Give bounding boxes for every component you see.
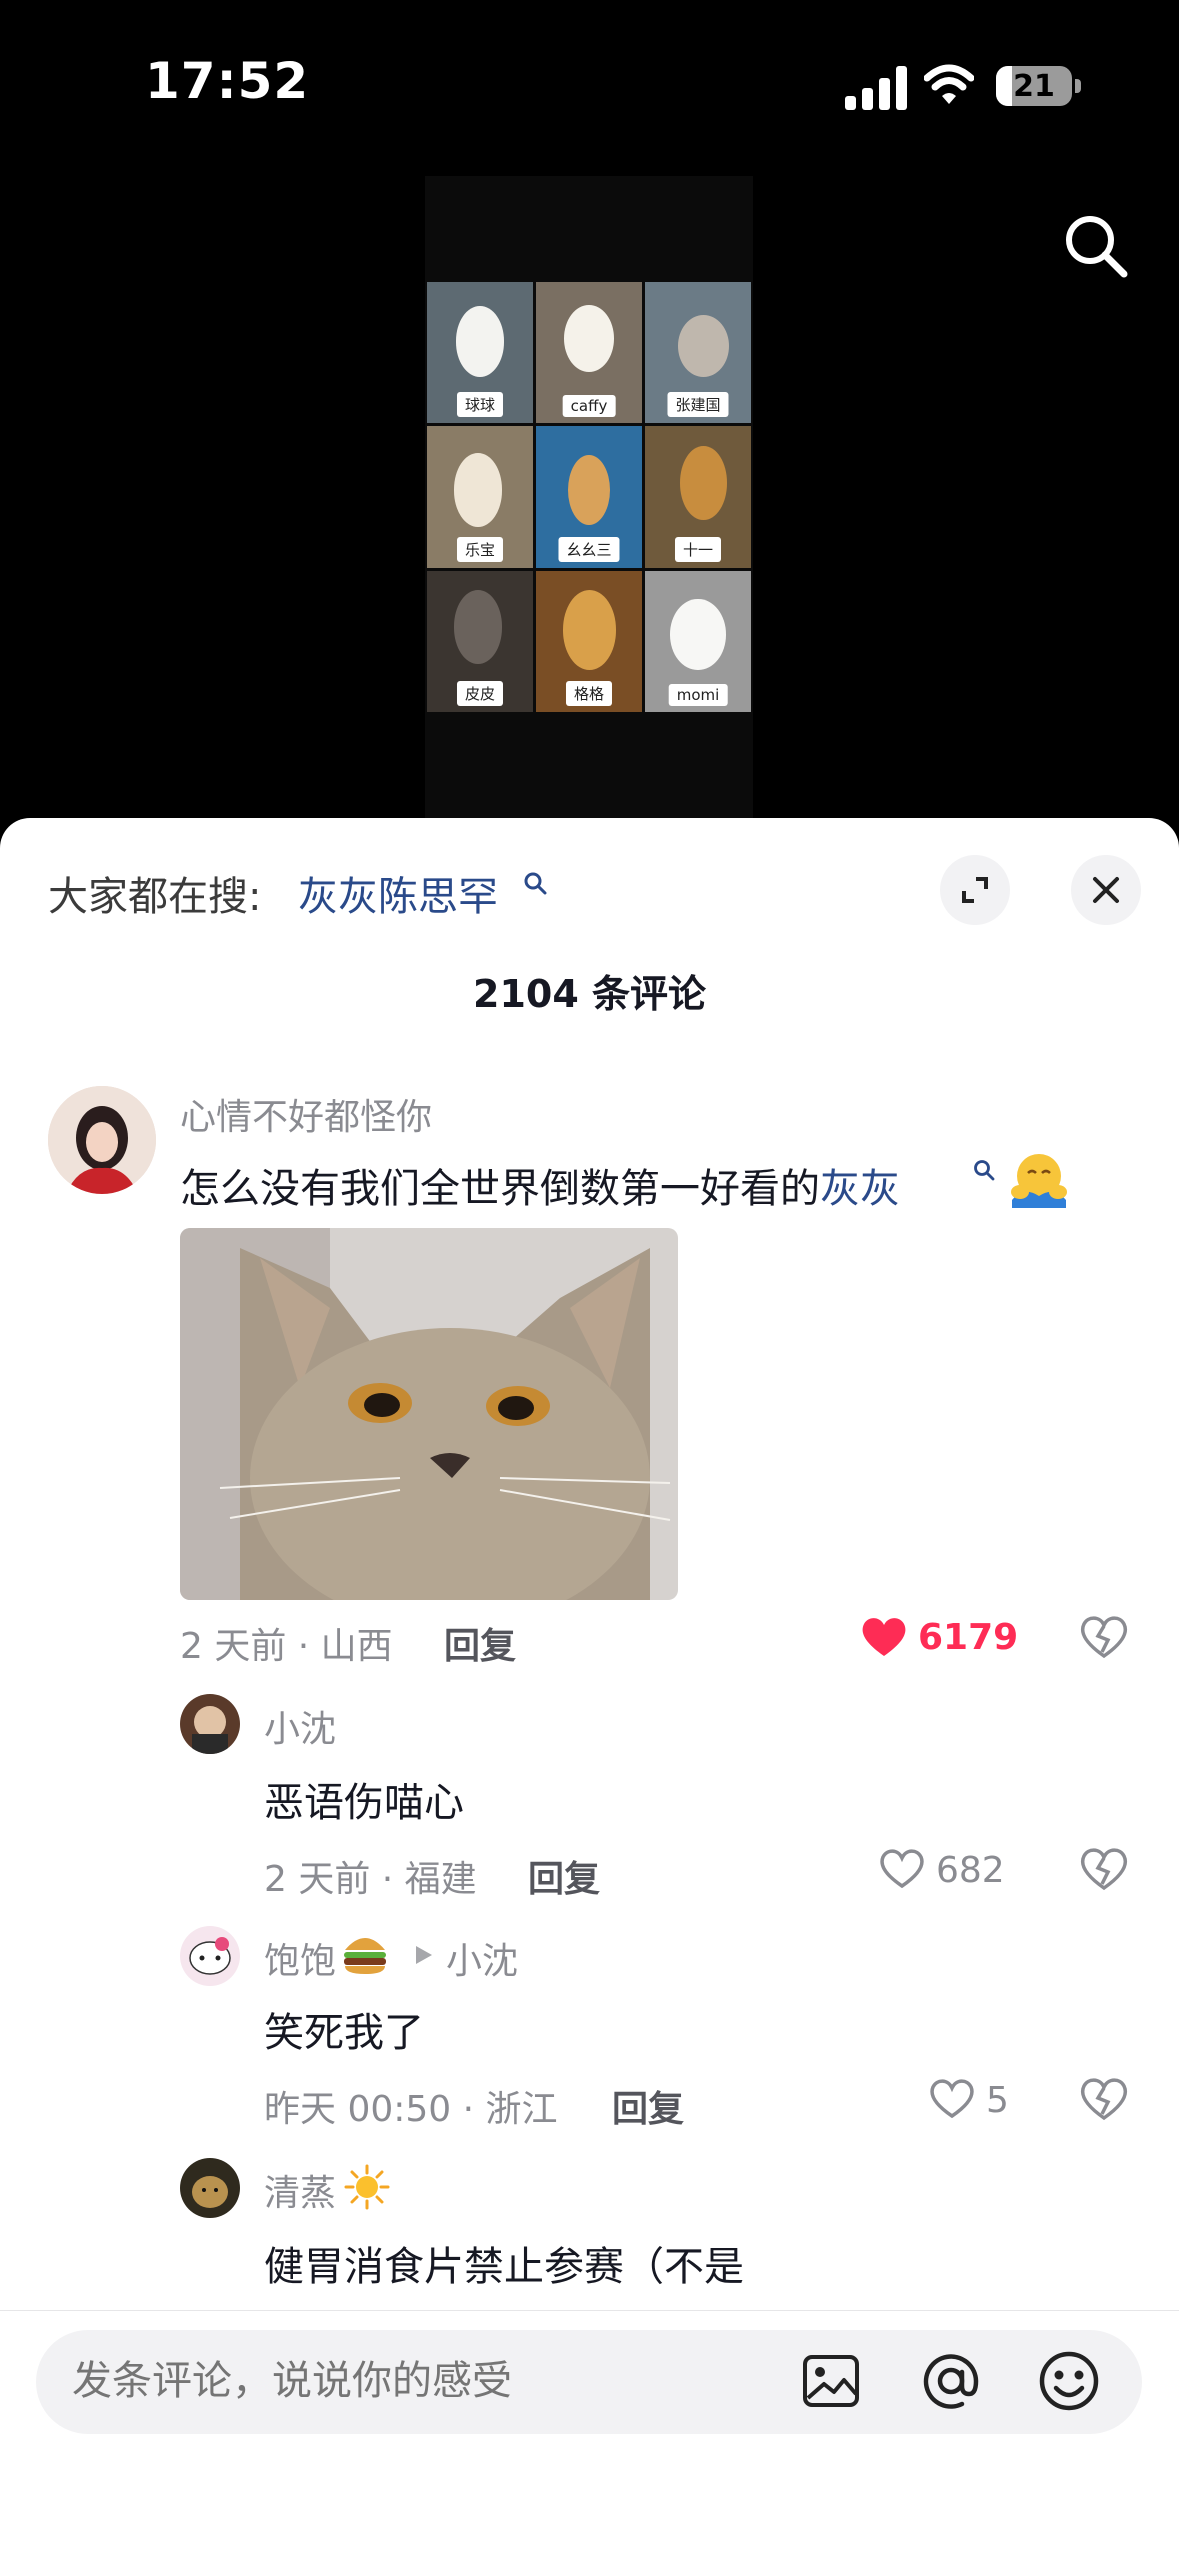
avatar[interactable] <box>180 1926 240 1986</box>
emoji-icon[interactable] <box>1036 2348 1102 2414</box>
dog-photo: 十一 <box>645 426 751 568</box>
dog-name-label: 张建国 <box>667 392 729 418</box>
image-icon[interactable] <box>800 2350 862 2412</box>
dog-name-label: 格格 <box>565 680 613 706</box>
dog-figure <box>567 454 611 526</box>
search-icon <box>524 872 547 895</box>
avatar-image <box>180 1926 240 1986</box>
reply-text: 健胃消食片禁止参赛（不是 <box>264 2244 744 2290</box>
dog-photo: 球球 <box>427 282 533 424</box>
dog-name-label: 球球 <box>456 392 504 418</box>
dog-photo-grid: 球球 caffy 张建国乐宝 幺幺三 十一皮皮 格格 momi <box>427 282 751 712</box>
dislike-broken-heart-icon[interactable] <box>1080 1846 1128 1892</box>
reply-text: 笑死我了 <box>264 2010 424 2056</box>
heart-outline-icon[interactable] <box>878 1846 926 1890</box>
avatar-image <box>180 2158 240 2218</box>
dog-figure <box>677 314 729 377</box>
burger-emoji-icon <box>344 1938 386 1974</box>
cat-photo <box>180 1228 678 1600</box>
comment-text-body: 怎么没有我们全世界倒数第一好看的 <box>180 1166 820 1212</box>
comment-text: 怎么没有我们全世界倒数第一好看的灰灰 <box>180 1156 900 1214</box>
expand-button[interactable] <box>940 855 1010 925</box>
dog-photo: 格格 <box>536 570 642 712</box>
sun-emoji-icon <box>344 2164 390 2210</box>
reply-button[interactable]: 回复 <box>612 2080 684 2132</box>
dog-figure <box>670 598 726 670</box>
search-icon[interactable] <box>1060 210 1130 280</box>
comment-count-title: 2104 条评论 <box>473 972 706 1016</box>
comment-input[interactable] <box>72 2358 752 2404</box>
reply-button[interactable]: 回复 <box>528 1850 600 1902</box>
reply-arrow-icon <box>416 1946 432 1964</box>
reply-meta: 昨天 00:50 · 浙江 <box>264 2089 558 2130</box>
close-icon <box>1093 877 1119 903</box>
reply-to-username[interactable]: 小沈 <box>446 1932 518 1984</box>
reply-text: 恶语伤喵心 <box>264 1780 464 1826</box>
search-icon <box>974 1160 995 1181</box>
reply-button[interactable]: 回复 <box>444 1617 516 1669</box>
dog-photo: caffy <box>536 282 642 424</box>
video-player[interactable]: 球球 caffy 张建国乐宝 幺幺三 十一皮皮 格格 momi <box>425 176 753 818</box>
close-button[interactable] <box>1071 855 1141 925</box>
comment-meta: 2 天前 · 山西 <box>180 1626 393 1667</box>
battery-icon: 21 <box>996 66 1072 106</box>
hot-search-term-link[interactable]: 灰灰陈思罕 <box>298 864 498 922</box>
dog-figure <box>563 304 615 373</box>
reply-username[interactable]: 饱饱 <box>264 1932 336 1984</box>
hot-search-label: 大家都在搜: <box>48 874 262 920</box>
battery-cap <box>1075 79 1081 93</box>
comment-username[interactable]: 心情不好都怪你 <box>180 1088 432 1140</box>
dog-figure <box>679 446 727 520</box>
dog-name-label: 乐宝 <box>456 536 504 562</box>
reply-username[interactable]: 清蒸 <box>264 2164 336 2216</box>
dog-name-label: 十一 <box>674 536 722 562</box>
dog-name-label: 皮皮 <box>456 680 504 706</box>
dog-name-label: caffy <box>562 395 616 418</box>
dog-figure <box>455 306 505 377</box>
avatar[interactable] <box>180 2158 240 2218</box>
avatar-image <box>180 1694 240 1754</box>
dog-figure <box>562 590 616 670</box>
dog-name-label: 幺幺三 <box>558 536 620 562</box>
home-indicator-area <box>0 2540 1179 2556</box>
hug-emoji-icon <box>1011 1154 1067 1208</box>
dog-photo: 幺幺三 <box>536 426 642 568</box>
dislike-broken-heart-icon[interactable] <box>1080 2076 1128 2122</box>
avatar[interactable] <box>48 1086 156 1194</box>
avatar[interactable] <box>180 1694 240 1754</box>
dislike-broken-heart-icon[interactable] <box>1080 1614 1128 1660</box>
heart-outline-icon[interactable] <box>928 2076 976 2120</box>
like-count: 682 <box>936 1850 1005 1891</box>
reply-username[interactable]: 小沈 <box>264 1700 336 1752</box>
dog-photo: 皮皮 <box>427 570 533 712</box>
like-count: 6179 <box>918 1617 1019 1658</box>
heart-filled-icon[interactable] <box>860 1614 908 1658</box>
like-count: 5 <box>986 2080 1009 2121</box>
avatar-image <box>48 1086 156 1194</box>
dog-photo: momi <box>645 570 751 712</box>
expand-icon <box>962 877 988 903</box>
dog-figure <box>453 590 503 664</box>
status-time: 17:52 <box>145 52 310 110</box>
comment-search-term-link[interactable]: 灰灰 <box>820 1166 900 1212</box>
dog-figure <box>453 453 503 527</box>
dog-photo: 张建国 <box>645 282 751 424</box>
mention-icon[interactable] <box>918 2348 984 2414</box>
comments-sheet <box>0 818 1179 2556</box>
cellular-signal-icon <box>845 66 907 110</box>
wifi-icon <box>924 64 974 104</box>
dog-photo: 乐宝 <box>427 426 533 568</box>
divider <box>0 2310 1179 2311</box>
dog-name-label: momi <box>668 683 728 706</box>
battery-level: 21 <box>1013 69 1055 104</box>
comment-image[interactable] <box>180 1228 678 1600</box>
reply-meta: 2 天前 · 福建 <box>264 1859 477 1900</box>
